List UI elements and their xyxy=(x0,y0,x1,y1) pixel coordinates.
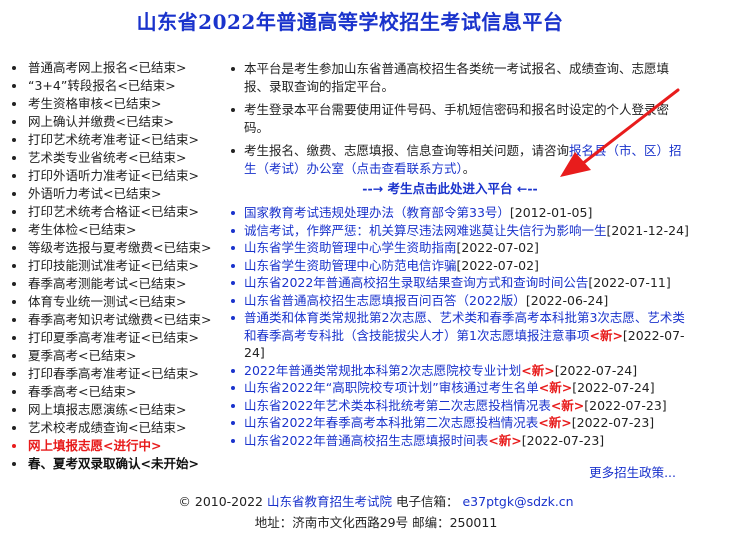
email-link[interactable]: e37ptgk@sdzk.cn xyxy=(462,494,573,509)
footer-address: 地址：济南市文化西路29号 邮编：250011 xyxy=(254,515,498,530)
new-badge: <新> xyxy=(521,362,555,378)
news-item: 诚信考试，作弊严惩：机关算尽违法网难逃莫让失信行为影响一生[2021-12-24… xyxy=(228,222,690,240)
notice-text: 考生报名、缴费、志愿填报、信息查询等相关问题，请咨询 xyxy=(244,143,570,158)
enter-platform-link[interactable]: --→ 考生点击此处进入平台 ←-- xyxy=(250,178,650,197)
sidebar-item[interactable]: 体育专业统一测试<已结束> xyxy=(10,293,225,311)
notice-item: 本平台是考生参加山东省普通高校招生各类统一考试报名、成绩查询、志愿填报、录取查询… xyxy=(228,60,683,96)
news-item: 山东省2022年普通高校招生录取结果查询方式和查询时间公告[2022-07-11… xyxy=(228,274,690,292)
sidebar-item[interactable]: 打印夏季高考准考证<已结束> xyxy=(10,329,225,347)
sidebar-item[interactable]: 春季高考知识考试缴费<已结束> xyxy=(10,311,225,329)
sidebar-item[interactable]: 春季高考<已结束> xyxy=(10,383,225,401)
news-item: 山东省学生资助管理中心学生资助指南[2022-07-02] xyxy=(228,239,690,257)
news-link[interactable]: 山东省学生资助管理中心学生资助指南 xyxy=(244,240,457,255)
news-date: [2022-07-24] xyxy=(572,380,655,395)
sidebar-item[interactable]: 网上填报志愿演练<已结束> xyxy=(10,401,225,419)
sidebar-item[interactable]: 艺术类专业省统考<已结束> xyxy=(10,149,225,167)
news-date: [2022-07-11] xyxy=(588,275,671,290)
news-link[interactable]: 国家教育考试违规处理办法（教育部令第33号） xyxy=(244,205,510,220)
new-badge: <新> xyxy=(538,415,572,430)
sidebar-item[interactable]: 打印春季高考准考证<已结束> xyxy=(10,365,225,383)
notice-text: 考生登录本平台需要使用证件号码、手机短信密码和报名时设定的个人登录密码。 xyxy=(244,102,670,135)
sidebar-item[interactable]: 普通高考网上报名<已结束> xyxy=(10,59,225,77)
copyright-text: © 2010-2022 xyxy=(178,494,263,509)
news-date: [2022-07-23] xyxy=(521,432,605,448)
news-link[interactable]: 山东省2022年艺术类本科批统考第二次志愿投档情况表 xyxy=(244,398,551,413)
notice-item: 考生登录本平台需要使用证件号码、手机短信密码和报名时设定的个人登录密码。 xyxy=(228,101,683,137)
news-link[interactable]: 山东省2022年普通高校招生录取结果查询方式和查询时间公告 xyxy=(244,275,588,290)
sidebar-item[interactable]: 打印艺术统考合格证<已结束> xyxy=(10,203,225,221)
news-link[interactable]: 山东省2022年春季高考本科批第二次志愿投档情况表 xyxy=(244,415,538,430)
news-link[interactable]: 山东省2022年普通高校招生志愿填报时间表 xyxy=(244,433,488,448)
news-date: [2021-12-24] xyxy=(606,222,689,238)
new-badge: <新> xyxy=(550,397,585,413)
news-link[interactable]: 山东省学生资助管理中心防范电信诈骗 xyxy=(244,258,457,273)
news-date: [2022-06-24] xyxy=(525,292,609,308)
news-item: 普通类和体育类常规批第2次志愿、艺术类和春季高考本科批第3次志愿、艺术类和春季高… xyxy=(228,309,690,362)
new-badge: <新> xyxy=(589,327,623,343)
news-list: 国家教育考试违规处理办法（教育部令第33号）[2012-01-05] 诚信考试，作… xyxy=(228,204,690,449)
news-item: 山东省2022年“高职院校专项计划”审核通过考生名单<新>[2022-07-24… xyxy=(228,379,690,397)
sidebar-item[interactable]: 考生体检<已结束> xyxy=(10,221,225,239)
sidebar-item[interactable]: “3+4”转段报名<已结束> xyxy=(10,77,225,95)
notice-text: 本平台是考生参加山东省普通高校招生各类统一考试报名、成绩查询、志愿填报、录取查询… xyxy=(244,61,670,94)
sidebar-item[interactable]: 网上填报志愿<进行中> xyxy=(10,437,225,455)
news-item: 2022年普通类常规批本科第2次志愿院校专业计划<新>[2022-07-24] xyxy=(228,362,690,380)
org-link[interactable]: 山东省教育招生考试院 xyxy=(267,494,392,509)
footer-copyright: © 2010-2022 山东省教育招生考试院 电子信箱： e37ptgk@sdz… xyxy=(0,491,752,510)
news-item: 山东省2022年春季高考本科批第二次志愿投档情况表<新>[2022-07-23] xyxy=(228,414,690,432)
news-date: [2022-07-02] xyxy=(456,257,539,273)
news-date: [2022-07-23] xyxy=(571,415,655,430)
news-link[interactable]: 诚信考试，作弊严惩：机关算尽违法网难逃莫让失信行为影响一生 xyxy=(244,223,607,238)
sidebar: 普通高考网上报名<已结束> “3+4”转段报名<已结束> 考生资格审核<已结束> 网上… xyxy=(10,59,225,473)
sidebar-item[interactable]: 艺术校考成绩查询<已结束> xyxy=(10,419,225,437)
news-date: [2022-07-02] xyxy=(456,240,539,255)
sidebar-item[interactable]: 考生资格审核<已结束> xyxy=(10,95,225,113)
news-item: 山东省2022年艺术类本科批统考第二次志愿投档情况表<新>[2022-07-23… xyxy=(228,397,690,415)
sidebar-item[interactable]: 外语听力考试<已结束> xyxy=(10,185,225,203)
news-link[interactable]: 山东省普通高校招生志愿填报百问百答（2022版） xyxy=(244,293,526,308)
new-badge: <新> xyxy=(538,380,573,395)
news-date: [2022-07-23] xyxy=(584,397,667,413)
news-item: 山东省学生资助管理中心防范电信诈骗[2022-07-02] xyxy=(228,257,690,275)
sidebar-item[interactable]: 等级考选报与夏考缴费<已结束> xyxy=(10,239,225,257)
sidebar-item[interactable]: 夏季高考<已结束> xyxy=(10,347,225,365)
sidebar-item[interactable]: 春、夏考双录取确认<未开始> xyxy=(10,455,225,473)
sidebar-item[interactable]: 打印技能测试准考证<已结束> xyxy=(10,257,225,275)
notice-list: 本平台是考生参加山东省普通高校招生各类统一考试报名、成绩查询、志愿填报、录取查询… xyxy=(228,60,683,183)
new-badge: <新> xyxy=(488,432,522,448)
more-policies-link[interactable]: 更多招生政策... xyxy=(589,462,676,481)
sidebar-item[interactable]: 打印外语听力准考证<已结束> xyxy=(10,167,225,185)
sidebar-item[interactable]: 网上确认并缴费<已结束> xyxy=(10,113,225,131)
page-title: 山东省2022年普通高等学校招生考试信息平台 xyxy=(136,10,564,34)
email-label: 电子信箱： xyxy=(395,494,459,509)
news-item: 山东省普通高校招生志愿填报百问百答（2022版）[2022-06-24] xyxy=(228,292,690,310)
sidebar-item[interactable]: 打印艺术统考准考证<已结束> xyxy=(10,131,225,149)
news-date: [2022-07-24] xyxy=(554,362,638,378)
news-item: 山东省2022年普通高校招生志愿填报时间表<新>[2022-07-23] xyxy=(228,432,690,450)
notice-text: 。 xyxy=(462,161,476,176)
news-item: 国家教育考试违规处理办法（教育部令第33号）[2012-01-05] xyxy=(228,204,690,222)
news-link[interactable]: 山东省2022年“高职院校专项计划”审核通过考生名单 xyxy=(244,380,539,395)
notice-item: 考生报名、缴费、志愿填报、信息查询等相关问题，请咨询报名县（市、区）招生（考试）… xyxy=(228,142,683,178)
news-date: [2012-01-05] xyxy=(509,205,593,220)
news-link[interactable]: 2022年普通类常规批本科第2次志愿院校专业计划 xyxy=(244,363,521,378)
sidebar-item[interactable]: 春季高考测能考试<已结束> xyxy=(10,275,225,293)
